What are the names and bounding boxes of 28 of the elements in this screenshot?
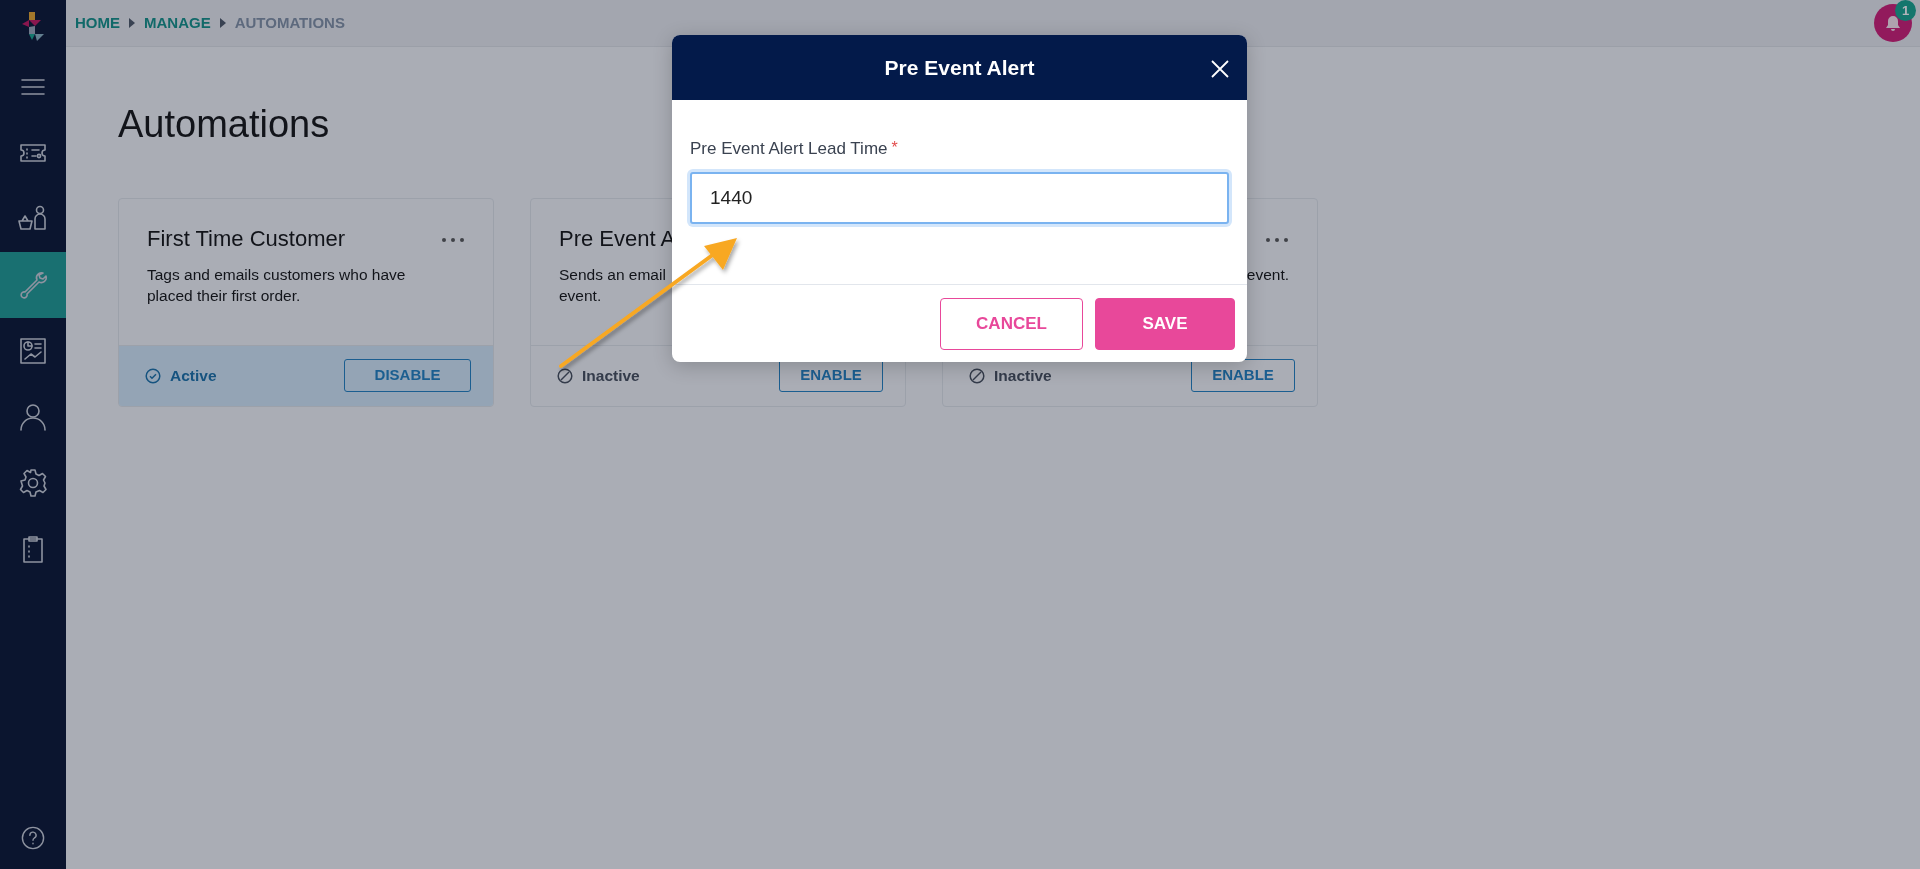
bell-icon [1884, 14, 1902, 32]
cancel-button[interactable]: CANCEL [940, 297, 1083, 350]
card-description: event. [1245, 264, 1289, 285]
logo-icon [22, 12, 44, 42]
toggle-button[interactable]: DISABLE [344, 359, 471, 393]
dialog-title: Pre Event Alert [884, 54, 1035, 81]
breadcrumb-link[interactable]: HOME [75, 11, 120, 35]
card-description: Sends an email event. [559, 264, 667, 306]
page-title: Automations [118, 102, 330, 147]
status-label: Active [170, 365, 217, 386]
more-icon[interactable] [1265, 236, 1289, 243]
blocked-icon [557, 367, 573, 384]
card-title: First Time Customer [147, 226, 346, 253]
status-label: Inactive [582, 365, 640, 386]
breadcrumb-link[interactable]: MANAGE [144, 11, 211, 35]
required-mark: * [891, 138, 898, 158]
status-label: Inactive [994, 365, 1052, 386]
more-icon[interactable] [441, 236, 465, 243]
field-label: Pre Event Alert Lead Time [690, 138, 888, 160]
blocked-icon [969, 367, 985, 384]
input-field[interactable]: 1440 [690, 171, 1229, 224]
save-button[interactable]: SAVE [1095, 297, 1235, 350]
close-button[interactable] [1210, 59, 1230, 79]
caret-icon [129, 18, 135, 28]
caret-icon [219, 18, 226, 28]
check-circle-icon [145, 367, 161, 384]
notification-badge: 1 [1895, 0, 1916, 21]
card-description: Tags and emails customers who have placed their first order. [147, 264, 407, 306]
